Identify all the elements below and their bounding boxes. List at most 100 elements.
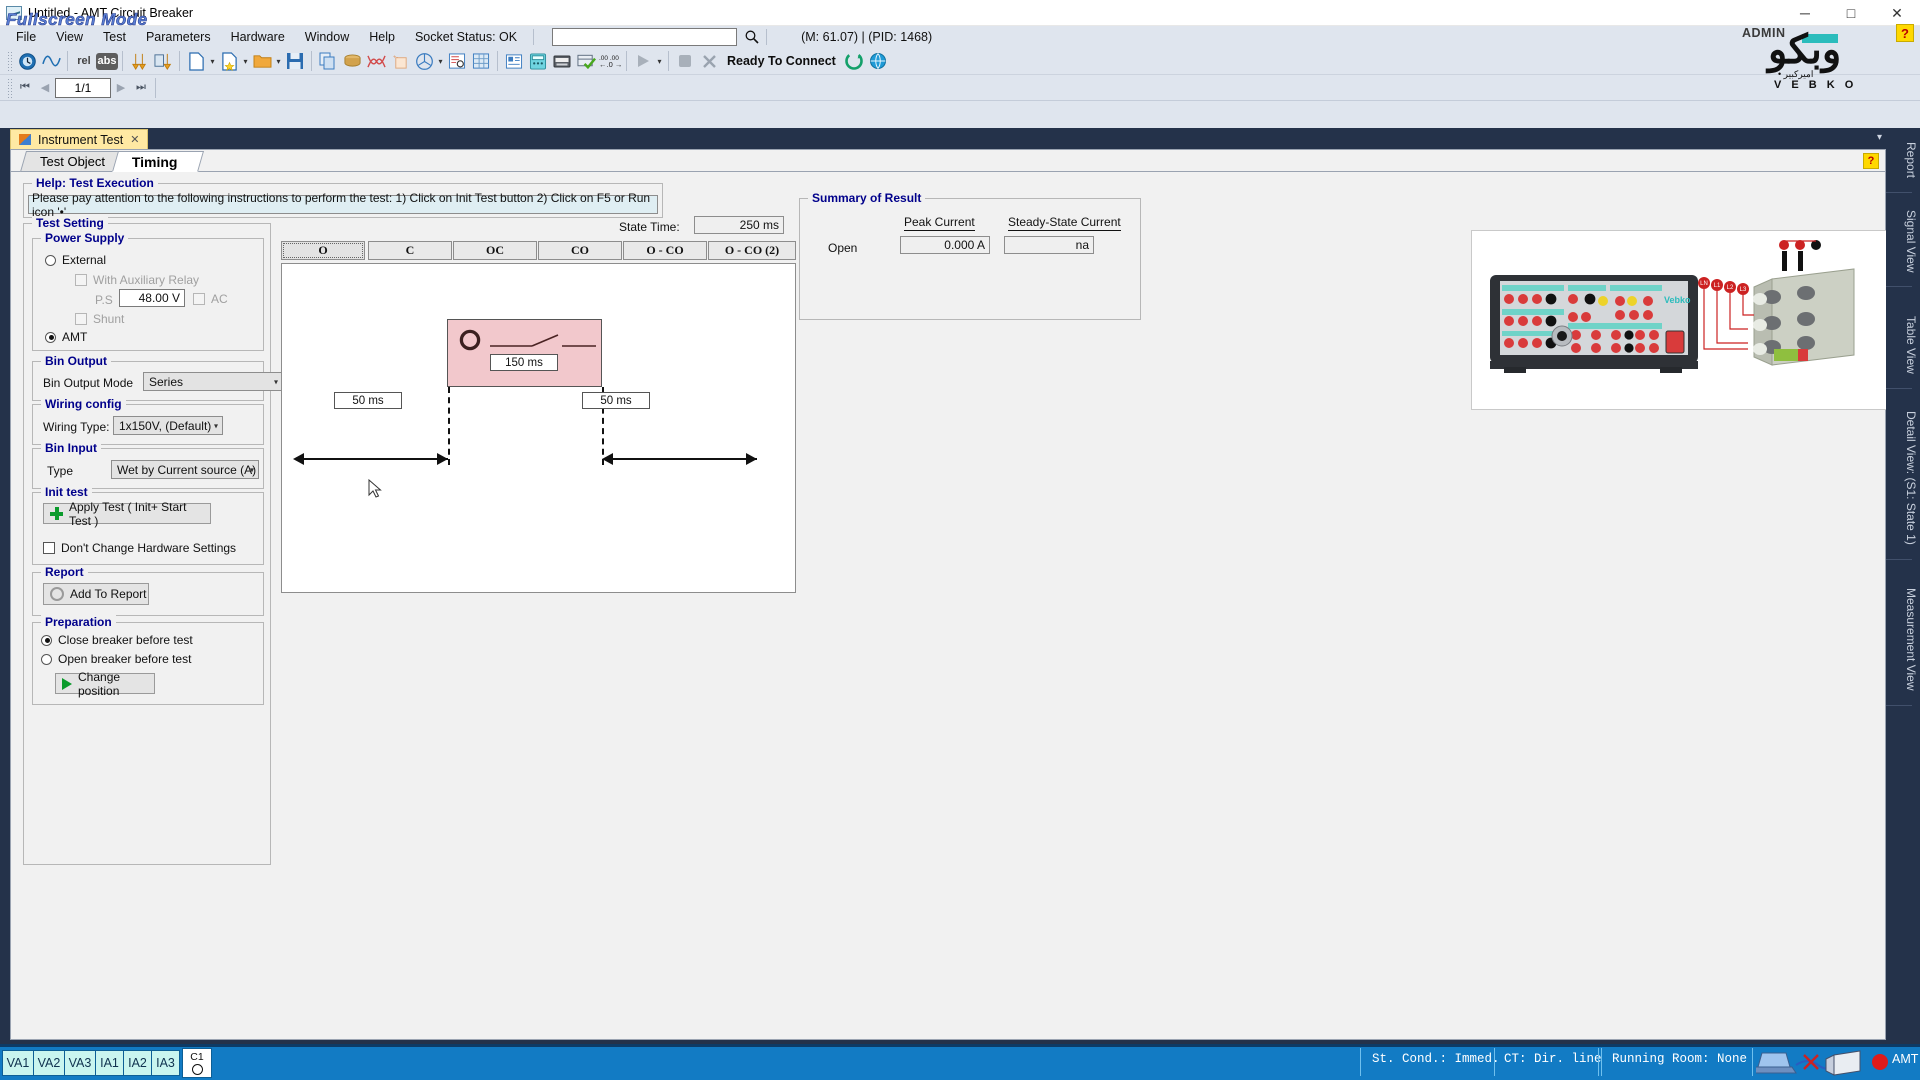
run-icon[interactable] — [631, 50, 655, 73]
help-badge[interactable]: ? — [1896, 24, 1914, 42]
side-tab-report[interactable]: Report — [1886, 134, 1918, 194]
bin-output-mode-select[interactable]: Series ▾ — [143, 372, 283, 391]
menu-item-window[interactable]: Window — [295, 28, 359, 46]
pre-duration-input[interactable]: 50 ms — [334, 392, 402, 409]
menu-item-help[interactable]: Help — [359, 28, 405, 46]
open-folder-icon[interactable] — [250, 50, 274, 73]
phasor-dropdown-caret[interactable]: ▾ — [436, 50, 445, 72]
radio-close-breaker-before-test[interactable]: Close breaker before test — [41, 633, 193, 647]
stop-icon[interactable] — [673, 50, 697, 73]
ps-voltage-input[interactable]: 48.00 V — [119, 289, 185, 307]
checkbox-with-auxiliary-relay[interactable]: With Auxiliary Relay — [75, 273, 199, 287]
detail-view-icon[interactable] — [502, 50, 526, 73]
add-to-report-button[interactable]: Add To Report — [43, 583, 149, 605]
save-icon[interactable] — [283, 50, 307, 73]
network-icon[interactable] — [866, 50, 890, 73]
state-tab-c[interactable]: C — [368, 241, 452, 260]
prev-page-icon[interactable]: ◀ — [35, 77, 55, 99]
mdi-tab-instrument-test[interactable]: Instrument Test ✕ — [10, 129, 149, 149]
new-template-icon[interactable] — [217, 50, 241, 73]
next-page-icon[interactable]: ▶ — [111, 77, 131, 99]
check-card-icon[interactable] — [574, 50, 598, 73]
close-icon[interactable]: ✕ — [130, 133, 139, 146]
checkbox-shunt[interactable]: Shunt — [75, 312, 124, 326]
left-boundary-line — [448, 387, 450, 465]
copy-icon[interactable] — [316, 50, 340, 73]
radio-open-breaker-before-test[interactable]: Open breaker before test — [41, 652, 191, 666]
checkbox-indicator — [75, 274, 87, 286]
calculator-icon[interactable] — [526, 50, 550, 73]
breaker-c1-indicator[interactable]: C1 — [182, 1048, 212, 1078]
last-page-icon[interactable]: ⏭ — [131, 77, 151, 99]
bin-input-type-select[interactable]: Wet by Current source (A) ▾ — [111, 460, 259, 479]
first-page-icon[interactable]: ⏮ — [15, 77, 35, 99]
channel-va3[interactable]: VA3 — [64, 1050, 96, 1076]
summary-of-result-group: Summary of Result Peak Current Steady-St… — [799, 191, 1141, 320]
abort-icon[interactable] — [697, 50, 721, 73]
page-indicator[interactable]: 1/1 — [55, 77, 111, 98]
checkbox-dont-change-hardware[interactable]: Don't Change Hardware Settings — [43, 541, 236, 555]
channel-ia2[interactable]: IA2 — [123, 1050, 152, 1076]
state-tab-co[interactable]: CO — [538, 241, 622, 260]
pc-device-link-icon[interactable] — [1756, 1049, 1866, 1079]
open-folder-dropdown-caret[interactable]: ▾ — [274, 50, 283, 72]
state-tab-o-co-2[interactable]: O - CO (2) — [708, 241, 796, 260]
toolbar-grip-2[interactable] — [7, 77, 12, 98]
table-grid-icon[interactable] — [469, 50, 493, 73]
menu-item-file[interactable]: File — [6, 28, 46, 46]
new-file-icon[interactable] — [184, 50, 208, 73]
state-tab-o-co[interactable]: O - CO — [623, 241, 707, 260]
state-tab-o[interactable]: O — [281, 241, 365, 260]
search-icon[interactable] — [744, 29, 760, 45]
socket-status-label: Socket Status: OK — [414, 30, 518, 44]
sine-wave-icon[interactable] — [39, 50, 63, 73]
menu-item-parameters[interactable]: Parameters — [136, 28, 221, 46]
search-input[interactable] — [552, 28, 738, 46]
side-tab-measurement-view[interactable]: Measurement View — [1886, 580, 1918, 705]
run-dropdown-caret[interactable]: ▾ — [655, 50, 664, 72]
toolbar-grip[interactable] — [7, 51, 12, 71]
running-room-label: Running Room: None — [1612, 1052, 1748, 1066]
crossed-waves-icon[interactable] — [364, 50, 388, 73]
radio-amt[interactable]: AMT — [45, 330, 87, 344]
report-search-icon[interactable] — [445, 50, 469, 73]
form-help-badge[interactable]: ? — [1863, 153, 1879, 169]
chevron-down-icon[interactable]: ▾ — [1877, 132, 1882, 143]
down-arrows-icon[interactable] — [127, 50, 151, 73]
new-template-dropdown-caret[interactable]: ▾ — [241, 50, 250, 72]
wiring-type-select[interactable]: 1x150V, (Default) ▾ — [113, 416, 223, 435]
state-block-open[interactable]: 150 ms — [447, 319, 602, 387]
absolute-icon[interactable]: abs — [96, 52, 118, 70]
coil-icon[interactable] — [340, 50, 364, 73]
down-arrows-bars-icon[interactable] — [151, 50, 175, 73]
state-tab-oc[interactable]: OC — [453, 241, 537, 260]
channel-ia3[interactable]: IA3 — [151, 1050, 180, 1076]
new-file-dropdown-caret[interactable]: ▾ — [208, 50, 217, 72]
radio-external[interactable]: External — [45, 253, 106, 267]
calculator-small-icon[interactable]: +- — [388, 50, 412, 73]
clock-globe-icon[interactable] — [15, 50, 39, 73]
mouse-pointer — [368, 479, 382, 498]
decimals-icon[interactable]: .00 .00←.0 →.0 — [598, 50, 622, 73]
side-tab-table-view[interactable]: Table View — [1886, 308, 1918, 389]
side-tab-signal-view[interactable]: Signal View — [1886, 202, 1918, 289]
keyboard-icon[interactable] — [550, 50, 574, 73]
channel-va1[interactable]: VA1 — [2, 1050, 34, 1076]
relative-icon[interactable]: rel — [72, 50, 96, 73]
close-button[interactable]: ✕ — [1874, 0, 1920, 26]
apply-test-button[interactable]: Apply Test ( Init+ Start Test ) — [43, 500, 211, 528]
change-position-button[interactable]: Change position — [55, 670, 155, 698]
channel-va2[interactable]: VA2 — [33, 1050, 65, 1076]
phasor-icon[interactable] — [412, 50, 436, 73]
refresh-connect-icon[interactable] — [842, 50, 866, 73]
checkbox-ac[interactable]: AC — [193, 292, 228, 306]
post-duration-input[interactable]: 50 ms — [582, 392, 650, 409]
menu-item-hardware[interactable]: Hardware — [221, 28, 295, 46]
menu-item-test[interactable]: Test — [93, 28, 136, 46]
state-duration-input[interactable]: 150 ms — [490, 354, 558, 371]
timing-diagram[interactable]: 150 ms 50 ms 50 ms — [281, 263, 796, 593]
tab-timing[interactable]: Timing — [111, 151, 205, 172]
channel-ia1[interactable]: IA1 — [95, 1050, 124, 1076]
side-tab-detail-view[interactable]: Detail View: (S1: State 1) — [1886, 403, 1918, 560]
menu-item-view[interactable]: View — [46, 28, 93, 46]
